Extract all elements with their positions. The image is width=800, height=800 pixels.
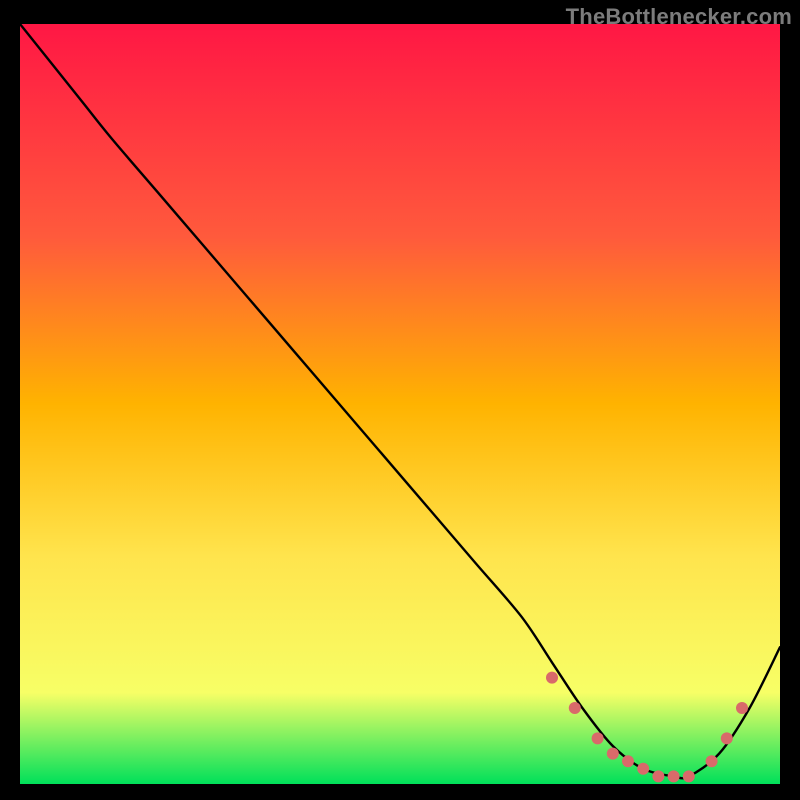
data-dot <box>706 755 718 767</box>
data-dot <box>637 763 649 775</box>
plot-area <box>20 24 780 784</box>
data-dot <box>607 748 619 760</box>
gradient-background <box>20 24 780 784</box>
data-dot <box>652 770 664 782</box>
data-dot <box>622 755 634 767</box>
data-dot <box>668 770 680 782</box>
data-dot <box>546 672 558 684</box>
data-dot <box>569 702 581 714</box>
data-dot <box>592 732 604 744</box>
data-dot <box>736 702 748 714</box>
chart-svg <box>20 24 780 784</box>
data-dot <box>721 732 733 744</box>
chart-stage: TheBottlenecker.com <box>0 0 800 800</box>
data-dot <box>683 770 695 782</box>
